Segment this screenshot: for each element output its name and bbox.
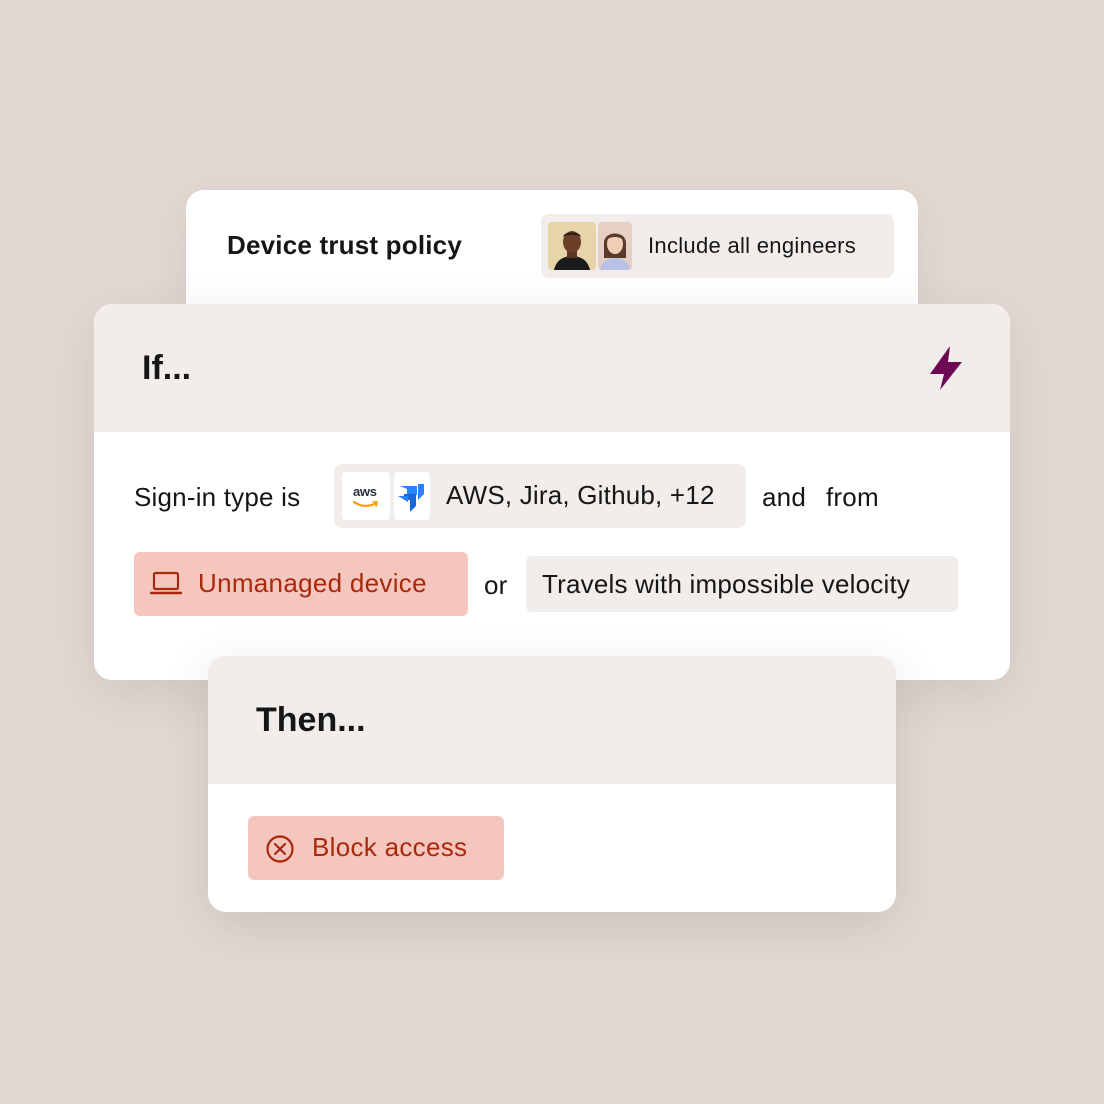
connector-and: and xyxy=(762,482,806,512)
impossible-velocity-chip[interactable]: Travels with impossible velocity xyxy=(526,556,958,612)
policy-title: Device trust policy xyxy=(227,230,462,260)
aws-wordmark: aws xyxy=(353,484,377,499)
engineer-avatar-1 xyxy=(548,222,596,270)
audience-label: Include all engineers xyxy=(648,233,857,258)
block-access-chip[interactable]: Block access xyxy=(248,816,504,880)
aws-smile-icon xyxy=(353,501,379,507)
x-circle-icon xyxy=(266,835,294,863)
jira-logo xyxy=(394,472,430,520)
audience-chip[interactable]: Include all engineers xyxy=(541,214,894,278)
aws-logo: aws xyxy=(342,472,390,520)
then-header: Then... xyxy=(208,656,896,784)
impossible-velocity-label: Travels with impossible velocity xyxy=(542,569,911,599)
block-access-label: Block access xyxy=(312,832,468,862)
if-header: If... xyxy=(94,304,1010,432)
policy-editor-canvas: Device trust policy Include all engineer… xyxy=(0,0,1104,1104)
laptop-icon xyxy=(150,571,182,595)
connector-from: from xyxy=(826,482,879,512)
engineer-avatar-2 xyxy=(598,222,632,270)
connector-or: or xyxy=(484,570,508,600)
if-condition-card: If... Sign-in type is aws AWS, Jira, Git… xyxy=(94,304,1010,680)
lightning-bolt-icon xyxy=(930,346,962,390)
unmanaged-device-label: Unmanaged device xyxy=(198,568,427,598)
if-title: If... xyxy=(142,349,192,387)
sign-in-type-label: Sign-in type is xyxy=(134,482,301,512)
then-action-card: Then... Block access xyxy=(208,656,896,912)
apps-label: AWS, Jira, Github, +12 xyxy=(446,480,715,510)
unmanaged-device-chip[interactable]: Unmanaged device xyxy=(134,552,468,616)
then-title: Then... xyxy=(256,701,366,739)
apps-chip[interactable]: aws AWS, Jira, Github, +12 xyxy=(334,464,746,528)
